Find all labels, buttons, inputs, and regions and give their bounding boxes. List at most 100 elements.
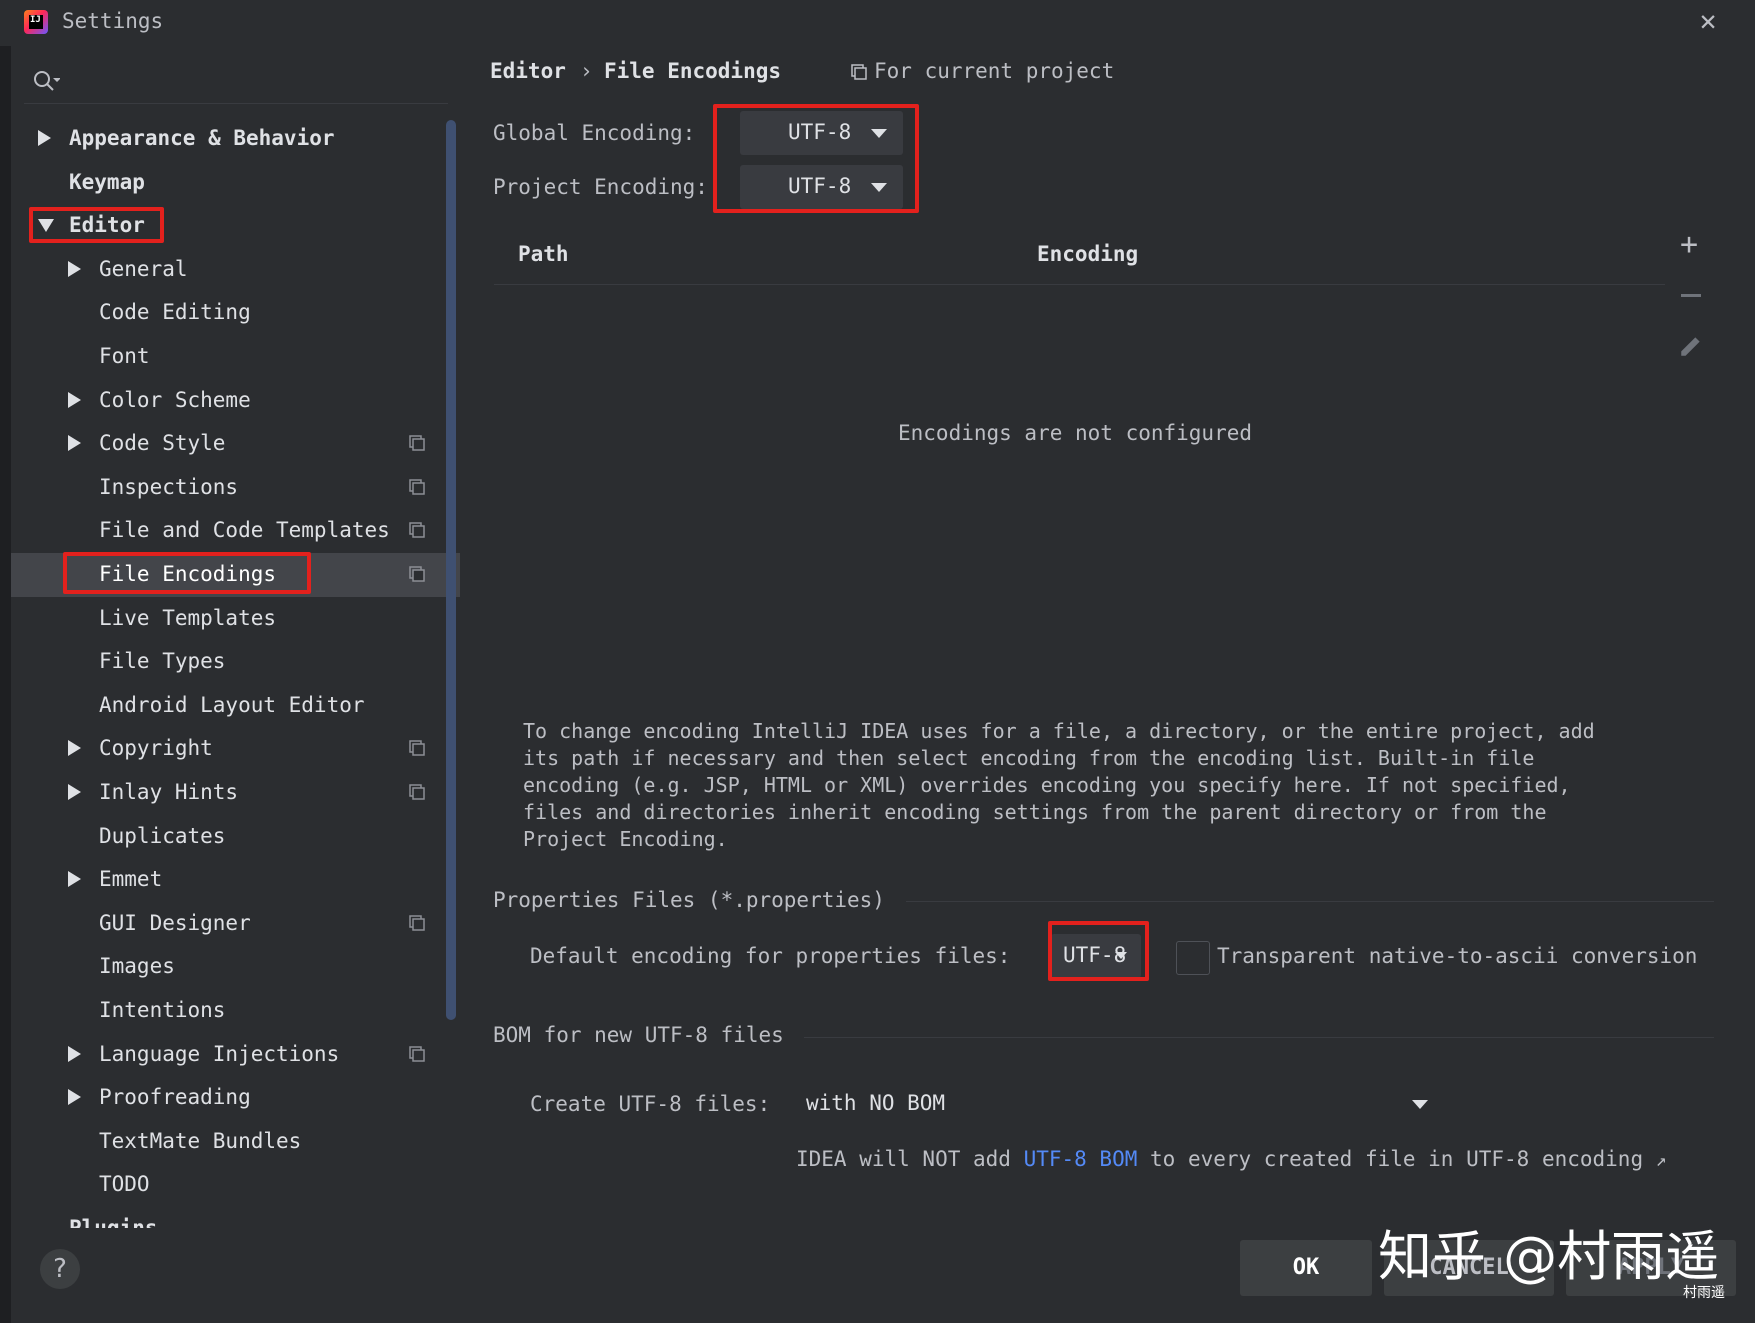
transparent-conversion-checkbox[interactable] — [1176, 941, 1210, 975]
sidebar-item-label: Images — [99, 946, 175, 986]
sidebar-item-general[interactable]: General — [11, 249, 441, 289]
chevron-right-icon[interactable] — [68, 261, 81, 277]
chevron-down-icon — [1412, 1100, 1428, 1109]
sidebar-item-label: Copyright — [99, 728, 213, 768]
project-scope-icon — [409, 435, 425, 451]
title-bar — [0, 0, 1755, 46]
table-header-encoding[interactable]: Encoding — [1037, 242, 1138, 266]
chevron-right-icon[interactable] — [68, 740, 81, 756]
sidebar-item-label: TextMate Bundles — [99, 1121, 301, 1161]
properties-section-title: Properties Files (*.properties) — [493, 888, 885, 912]
sidebar-item-label: File Types — [99, 641, 225, 681]
sidebar-item-proofreading[interactable]: Proofreading — [11, 1077, 441, 1117]
sidebar-item-font[interactable]: Font — [11, 336, 441, 376]
highlight-editor — [29, 207, 164, 243]
chevron-right-icon[interactable] — [68, 784, 81, 800]
intellij-app-icon: IJ — [24, 10, 48, 34]
sidebar-item-label: Live Templates — [99, 598, 276, 638]
scope-label: For current project — [874, 59, 1114, 83]
help-text-line: encoding (e.g. JSP, HTML or XML) overrid… — [523, 772, 1703, 799]
chevron-right-icon[interactable] — [68, 1046, 81, 1062]
table-header-path[interactable]: Path — [518, 242, 569, 266]
breadcrumb-separator: › — [580, 59, 593, 83]
project-scope-icon — [851, 64, 867, 80]
watermark-small: 村雨遥 — [1683, 1282, 1725, 1302]
sidebar-item-label: Android Layout Editor — [99, 685, 365, 725]
sidebar-item-label: Inspections — [99, 467, 238, 507]
breadcrumb-parent[interactable]: Editor — [490, 59, 566, 83]
ok-button[interactable]: OK — [1240, 1240, 1372, 1296]
add-icon[interactable]: + — [1680, 230, 1698, 260]
table-empty-text: Encodings are not configured — [898, 421, 1252, 445]
search-icon[interactable] — [30, 70, 60, 94]
edit-icon[interactable] — [1678, 333, 1704, 359]
sidebar-item-label: Duplicates — [99, 816, 225, 856]
project-encoding-label: Project Encoding: — [493, 175, 708, 199]
sidebar-item-inspections[interactable]: Inspections — [11, 467, 441, 507]
help-text-line: files and directories inherit encoding s… — [523, 799, 1703, 826]
chevron-right-icon[interactable] — [68, 1089, 81, 1105]
sidebar-item-language-injections[interactable]: Language Injections — [11, 1034, 441, 1074]
external-link-icon: ↗ — [1656, 1150, 1667, 1171]
sidebar-item-emmet[interactable]: Emmet — [11, 859, 441, 899]
watermark: 知乎 @村雨遥 — [1378, 1212, 1719, 1291]
sidebar-item-label: Intentions — [99, 990, 225, 1030]
sidebar-item-color-scheme[interactable]: Color Scheme — [11, 380, 441, 420]
sidebar-item-label: Code Style — [99, 423, 225, 463]
sidebar-item-plugins[interactable]: Plugins — [11, 1208, 441, 1228]
chevron-right-icon[interactable] — [38, 130, 51, 146]
sidebar-item-live-templates[interactable]: Live Templates — [11, 598, 441, 638]
sidebar-item-label: Emmet — [99, 859, 162, 899]
sidebar-item-code-editing[interactable]: Code Editing — [11, 292, 441, 332]
sidebar-item-label: Proofreading — [99, 1077, 251, 1117]
sidebar-item-label: File and Code Templates — [99, 510, 390, 550]
sidebar-item-intentions[interactable]: Intentions — [11, 990, 441, 1030]
project-scope-icon — [409, 740, 425, 756]
sidebar-item-todo[interactable]: TODO — [11, 1164, 441, 1204]
search-input[interactable] — [64, 66, 448, 98]
sidebar-item-file-and-code-templates[interactable]: File and Code Templates — [11, 510, 441, 550]
sidebar-item-android-layout-editor[interactable]: Android Layout Editor — [11, 685, 441, 725]
sidebar-item-label: Keymap — [69, 162, 145, 202]
background-window-strip — [0, 0, 11, 1323]
properties-section-line — [906, 901, 1714, 902]
create-utf8-label: Create UTF-8 files: — [530, 1092, 770, 1116]
sidebar-item-label: Font — [99, 336, 150, 376]
utf8-bom-link[interactable]: UTF-8 BOM — [1024, 1147, 1138, 1171]
remove-icon[interactable] — [1681, 294, 1701, 297]
project-scope-icon — [409, 784, 425, 800]
sidebar-item-images[interactable]: Images — [11, 946, 441, 986]
sidebar-item-gui-designer[interactable]: GUI Designer — [11, 903, 441, 943]
help-button[interactable]: ? — [40, 1249, 80, 1289]
sidebar-item-code-style[interactable]: Code Style — [11, 423, 441, 463]
sidebar-item-textmate-bundles[interactable]: TextMate Bundles — [11, 1121, 441, 1161]
help-text-line: Project Encoding. — [523, 826, 1703, 853]
sidebar-item-label: TODO — [99, 1164, 150, 1204]
sidebar-scrollbar[interactable] — [446, 120, 456, 1020]
sidebar-item-label: Appearance & Behavior — [69, 118, 335, 158]
bom-section-title: BOM for new UTF-8 files — [493, 1023, 784, 1047]
sidebar-item-label: Plugins — [69, 1208, 158, 1228]
close-icon[interactable]: ✕ — [1693, 6, 1723, 36]
bom-hint: IDEA will NOT add UTF-8 BOM to every cre… — [796, 1147, 1667, 1171]
help-text-line: its path if necessary and then select en… — [523, 745, 1703, 772]
sidebar-item-copyright[interactable]: Copyright — [11, 728, 441, 768]
sidebar-item-label: Inlay Hints — [99, 772, 238, 812]
bom-hint-prefix: IDEA will NOT add — [796, 1147, 1024, 1171]
project-scope-icon — [409, 479, 425, 495]
search-divider — [24, 103, 448, 104]
chevron-right-icon[interactable] — [68, 871, 81, 887]
sidebar-item-duplicates[interactable]: Duplicates — [11, 816, 441, 856]
sidebar-item-appearance-behavior[interactable]: Appearance & Behavior — [11, 118, 441, 158]
sidebar-item-inlay-hints[interactable]: Inlay Hints — [11, 772, 441, 812]
create-utf8-select[interactable]: with NO BOM — [796, 1082, 1436, 1126]
transparent-conversion-label[interactable]: Transparent native-to-ascii conversion — [1217, 944, 1697, 968]
bom-section-line — [804, 1037, 1714, 1038]
project-scope-icon — [409, 522, 425, 538]
sidebar-item-file-types[interactable]: File Types — [11, 641, 441, 681]
help-text-line: To change encoding IntelliJ IDEA uses fo… — [523, 718, 1703, 745]
chevron-right-icon[interactable] — [68, 392, 81, 408]
chevron-right-icon[interactable] — [68, 435, 81, 451]
sidebar-item-keymap[interactable]: Keymap — [11, 162, 441, 202]
sidebar-item-label: Language Injections — [99, 1034, 339, 1074]
